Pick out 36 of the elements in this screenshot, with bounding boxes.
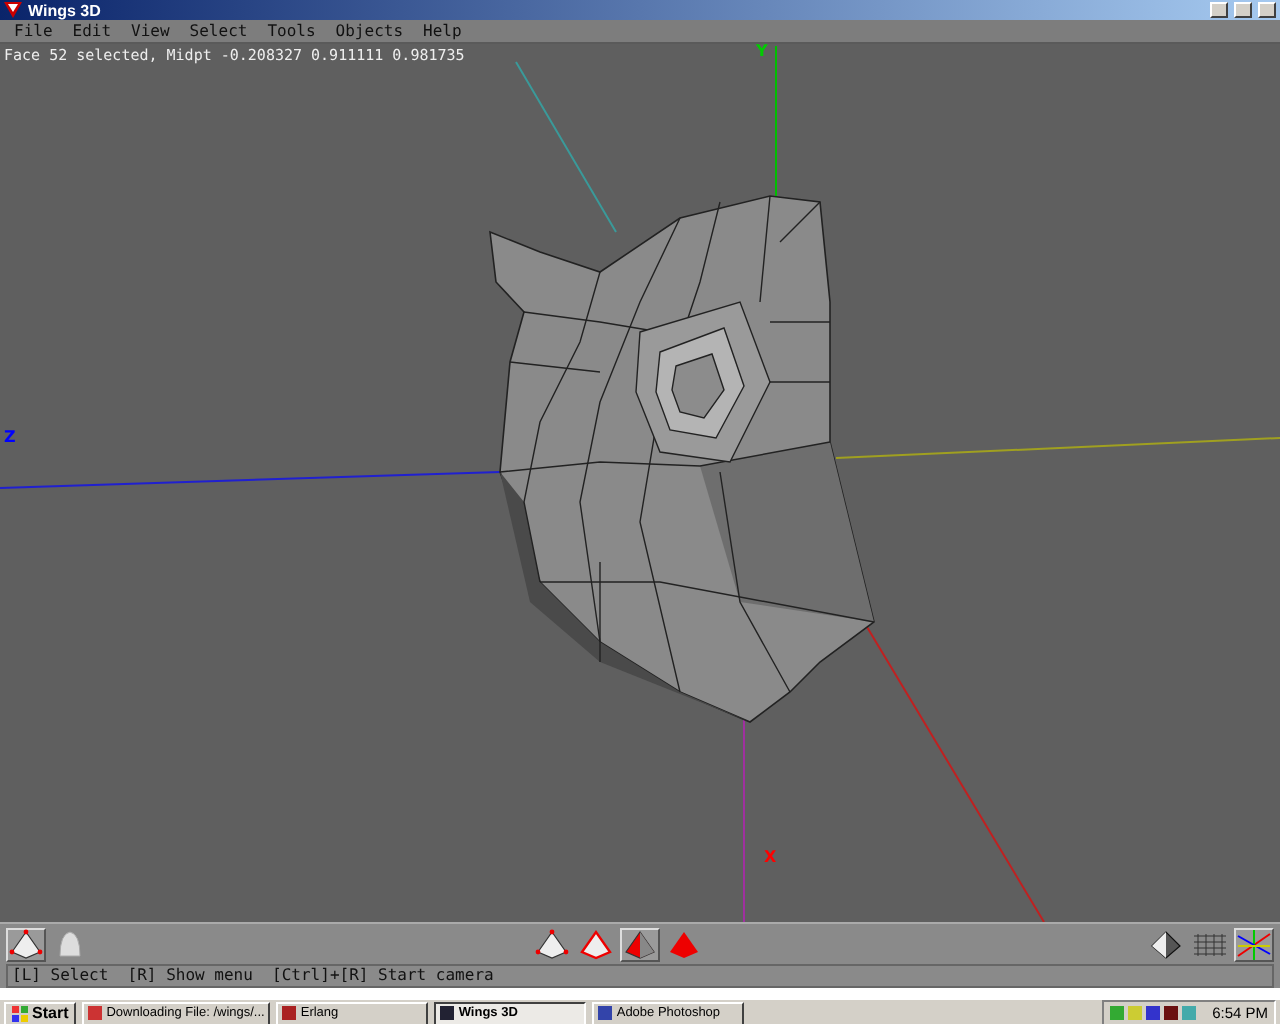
body-icon bbox=[666, 928, 702, 960]
minimize-button[interactable] bbox=[1210, 2, 1228, 18]
axes-icon bbox=[1236, 928, 1272, 960]
shaded-mode-button[interactable] bbox=[1146, 927, 1186, 961]
vertex-icon bbox=[534, 928, 570, 960]
vertex-icon bbox=[8, 928, 44, 960]
face-icon bbox=[622, 928, 658, 960]
face-mode-button[interactable] bbox=[620, 927, 660, 961]
app-icon bbox=[598, 1006, 613, 1020]
grid-icon bbox=[1192, 928, 1228, 960]
status-bar: [L] Select [R] Show menu [Ctrl]+[R] Start camera bbox=[6, 964, 1274, 988]
app-icon bbox=[4, 2, 22, 18]
menu-item[interactable]: Edit bbox=[62, 20, 122, 42]
menu-item[interactable]: Select bbox=[179, 20, 258, 42]
app-icon bbox=[88, 1006, 103, 1020]
menu-item[interactable]: View bbox=[121, 20, 180, 42]
menu-item[interactable]: Help bbox=[413, 20, 472, 42]
axis-label: X bbox=[764, 848, 777, 866]
edge-icon bbox=[578, 928, 614, 960]
app-icon bbox=[440, 1006, 455, 1020]
axis-label: Z bbox=[4, 428, 16, 446]
menu-item[interactable]: Objects bbox=[325, 20, 414, 42]
menu-item[interactable]: Tools bbox=[257, 20, 326, 42]
windows-logo-icon bbox=[12, 1005, 28, 1021]
axis-label: Y bbox=[756, 44, 768, 60]
window-title: Wings 3D bbox=[28, 1, 103, 19]
vertex-mode-button[interactable] bbox=[6, 927, 46, 961]
restore-button[interactable] bbox=[1234, 2, 1252, 18]
app-icon bbox=[282, 1006, 297, 1020]
close-button[interactable] bbox=[1258, 2, 1276, 18]
vertex-mode-button[interactable] bbox=[532, 927, 572, 961]
axes-mode-button[interactable] bbox=[1234, 927, 1274, 961]
edge-mode-button[interactable] bbox=[576, 927, 616, 961]
shaded-icon bbox=[1148, 928, 1184, 960]
menu-item[interactable]: File bbox=[4, 20, 63, 42]
start-button[interactable]: Start bbox=[4, 1001, 77, 1024]
